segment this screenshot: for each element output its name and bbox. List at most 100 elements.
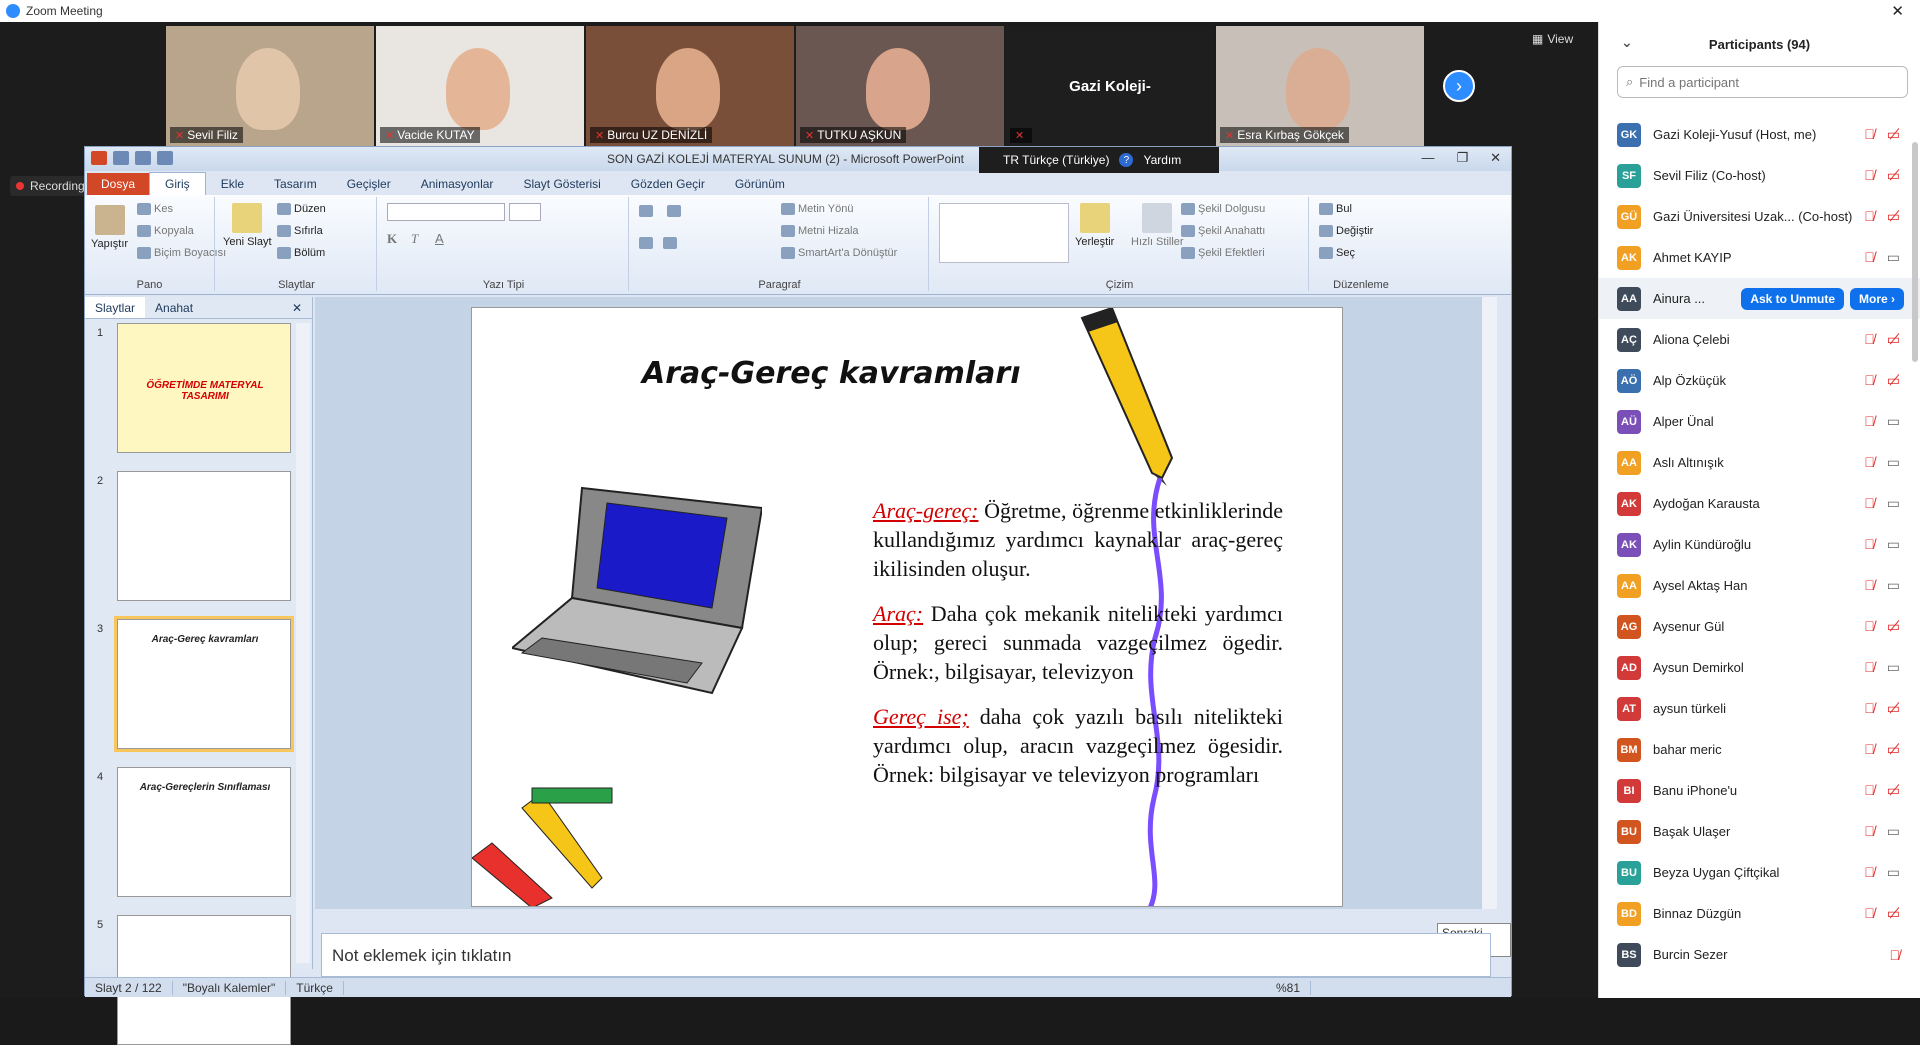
slide-thumbnail[interactable]: ÖĞRETİMDE MATERYAL TASARIMI [117,323,291,453]
language-label[interactable]: TR Türkçe (Türkiye) [1003,153,1109,167]
participant-row[interactable]: GÜ Gazi Üniversitesi Uzak... (Co-host) 🎙̸ ▭… [1599,196,1920,237]
shape-effects-button[interactable]: Şekil Efektleri [1181,247,1265,259]
participant-row[interactable]: AG Aysenur Gül 🎙̸ ▭̸ [1599,606,1920,647]
participant-row[interactable]: BI Banu iPhone'u 🎙̸ ▭̸ [1599,770,1920,811]
shape-fill-button[interactable]: Şekil Dolgusu [1181,203,1265,215]
arrange-button[interactable]: Yerleştir [1075,203,1114,248]
participant-row[interactable]: GK Gazi Koleji-Yusuf (Host, me) 🎙̸ ▭̸ [1599,114,1920,155]
participant-row[interactable]: SF Sevil Filiz (Co-host) 🎙̸ ▭̸ [1599,155,1920,196]
thumbnail-scrollbar[interactable] [296,323,310,963]
help-label[interactable]: Yardım [1143,153,1181,167]
font-name-select[interactable] [387,203,505,221]
participant-row[interactable]: AT aysun türkeli 🎙̸ ▭̸ [1599,688,1920,729]
quick-styles-button[interactable]: Hızlı Stiller [1131,203,1184,248]
ribbon-tab[interactable]: Gözden Geçir [616,173,720,195]
participant-name: Aslı Altınışık [1653,455,1724,470]
shapes-gallery[interactable] [939,203,1069,263]
numbering-button[interactable] [667,205,681,217]
align-text-button[interactable]: Metni Hizala [781,225,859,237]
paste-button[interactable]: Yapıştır [91,205,128,250]
text-direction-button[interactable]: Metin Yönü [781,203,853,215]
reset-button[interactable]: Sıfırla [277,225,323,237]
copy-button[interactable]: Kopyala [137,225,194,237]
more-button[interactable]: More › [1850,287,1904,310]
section-button[interactable]: Bölüm [277,247,325,259]
close-window-icon[interactable]: ✕ [1490,150,1501,166]
slide-title[interactable]: Araç-Gereç kavramları [642,356,1021,391]
participant-row[interactable]: BU Başak Ulaşer 🎙̸ ▭ [1599,811,1920,852]
close-pane-icon[interactable]: ✕ [282,297,312,318]
ribbon-tab[interactable]: Slayt Gösterisi [508,173,615,195]
language-status[interactable]: Türkçe [286,980,344,995]
video-tile[interactable]: ✕ Burcu UZ DENİZLİ [586,26,794,146]
align-center-button[interactable] [663,237,677,249]
minimize-icon[interactable]: — [1421,150,1434,166]
bullets-button[interactable] [639,205,653,217]
participant-row[interactable]: AA Aslı Altınışık 🎙̸ ▭ [1599,442,1920,483]
save-icon[interactable] [113,151,129,165]
italic-button[interactable]: T [411,231,418,247]
participant-row[interactable]: AK Aydoğan Karausta 🎙̸ ▭ [1599,483,1920,524]
ribbon-tab[interactable]: Tasarım [259,173,332,195]
slide-thumbnail[interactable]: Araç-Gereçlerin Sınıflaması [117,767,291,897]
participant-row[interactable]: AA Ainura ... Ask to Unmute More › [1599,278,1920,319]
participant-row[interactable]: BM bahar meric 🎙̸ ▭̸ [1599,729,1920,770]
slide-thumbnail[interactable]: Araç-Gereç kavramları [114,616,294,752]
current-slide[interactable]: Araç-Gereç kavramları Araç-gereç: Öğretm… [471,307,1343,907]
view-button[interactable]: ▦ View [1532,32,1573,46]
tab-anahat[interactable]: Anahat [145,297,203,318]
slide-scrollbar[interactable] [1481,297,1497,909]
zoom-level[interactable]: %81 [1266,980,1311,995]
participant-row[interactable]: BU Beyza Uygan Çiftçikal 🎙̸ ▭ [1599,852,1920,893]
font-size-select[interactable] [509,203,541,221]
participant-status-icons: 🎙̸ [1890,947,1901,963]
find-button[interactable]: Bul [1319,203,1352,215]
ribbon-tab[interactable]: Geçişler [332,173,406,195]
participant-row[interactable]: AÇ Aliona Çelebi 🎙̸ ▭̸ [1599,319,1920,360]
participant-scrollbar[interactable] [1912,142,1918,362]
participant-row[interactable]: AA Aysel Aktaş Han 🎙̸ ▭ [1599,565,1920,606]
notes-pane[interactable]: Not eklemek için tıklatın [321,933,1491,977]
redo-icon[interactable] [157,151,173,165]
slide-thumbnail[interactable] [117,471,291,601]
ask-to-unmute-button[interactable]: Ask to Unmute [1741,287,1844,310]
layout-button[interactable]: Düzen [277,203,326,215]
new-slide-button[interactable]: Yeni Slayt [223,203,272,248]
slide-body[interactable]: Araç-gereç: Öğretme, öğrenme etkinlikler… [873,496,1283,805]
help-icon[interactable]: ? [1119,153,1134,167]
underline-button[interactable]: A [435,231,444,246]
participant-row[interactable]: AÜ Alper Ünal 🎙̸ ▭ [1599,401,1920,442]
select-button[interactable]: Seç [1319,247,1355,259]
shape-outline-button[interactable]: Şekil Anahattı [1181,225,1265,237]
participant-row[interactable]: AK Ahmet KAYIP 🎙̸ ▭ [1599,237,1920,278]
ribbon-tab[interactable]: Giriş [149,172,206,195]
participant-row[interactable]: AÖ Alp Özküçük 🎙̸ ▭̸ [1599,360,1920,401]
bold-button[interactable]: K [387,231,397,247]
ribbon-tab[interactable]: Animasyonlar [406,173,509,195]
participant-row[interactable]: BD Binnaz Düzgün 🎙̸ ▭̸ [1599,893,1920,934]
participant-row[interactable]: AD Aysun Demirkol 🎙̸ ▭ [1599,647,1920,688]
chevron-down-icon[interactable]: ⌄ [1621,34,1633,51]
ribbon-tab[interactable]: Görünüm [720,173,800,195]
maximize-icon[interactable]: ❐ [1456,150,1468,166]
video-tile[interactable]: ✕ Sevil Filiz [166,26,374,146]
video-tile[interactable]: ✕ Esra Kırbaş Gökçek [1216,26,1424,146]
video-tile[interactable]: ✕ TUTKU AŞKUN [796,26,1004,146]
video-tile[interactable]: Gazi Koleji- ✕ [1006,26,1214,146]
ribbon-tab[interactable]: Ekle [206,173,259,195]
ribbon-tab[interactable]: Dosya [87,173,150,195]
participant-row[interactable]: AK Aylin Kündüroğlu 🎙̸ ▭ [1599,524,1920,565]
cut-button[interactable]: Kes [137,203,173,215]
participant-row[interactable]: BS Burcin Sezer 🎙̸ [1599,934,1920,975]
next-page-button[interactable]: › [1443,70,1475,102]
video-tile[interactable]: ✕ Vacide KUTAY [376,26,584,146]
align-left-button[interactable] [639,237,653,249]
smartart-button[interactable]: SmartArt'a Dönüştür [781,247,897,259]
participant-search[interactable]: ⌕ [1617,66,1908,98]
undo-icon[interactable] [135,151,151,165]
format-painter-button[interactable]: Biçim Boyacısı [137,247,226,259]
search-input[interactable] [1639,74,1880,90]
tab-slaytlar[interactable]: Slaytlar [85,297,146,318]
close-icon[interactable]: ✕ [1891,2,1904,20]
replace-button[interactable]: Değiştir [1319,225,1373,237]
